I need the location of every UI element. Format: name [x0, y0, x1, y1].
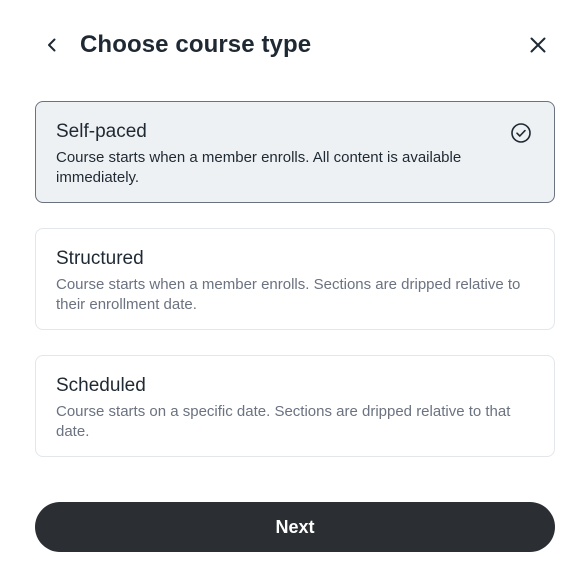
option-structured[interactable]: Structured Course starts when a member e… — [35, 228, 555, 330]
option-description: Course starts when a member enrolls. All… — [56, 149, 462, 186]
chevron-left-icon — [48, 38, 56, 52]
close-button[interactable] — [522, 29, 554, 61]
option-title: Self-paced — [56, 121, 147, 142]
option-description: Course starts on a specific date. Sectio… — [56, 403, 511, 440]
page-title: Choose course type — [80, 31, 312, 58]
option-title: Scheduled — [56, 375, 146, 396]
back-button[interactable] — [36, 29, 68, 61]
option-scheduled[interactable]: Scheduled Course starts on a specific da… — [35, 355, 555, 457]
option-description: Course starts when a member enrolls. Sec… — [56, 276, 521, 313]
modal-header: Choose course type — [36, 22, 554, 68]
option-self-paced[interactable]: Self-paced Course starts when a member e… — [35, 101, 555, 203]
choose-course-type-modal: Choose course type Self-paced Course sta… — [0, 0, 588, 577]
option-title: Structured — [56, 248, 144, 269]
next-button[interactable]: Next — [35, 502, 555, 552]
check-circle-icon — [511, 123, 531, 143]
course-type-options: Self-paced Course starts when a member e… — [35, 101, 555, 482]
close-icon — [530, 37, 546, 53]
